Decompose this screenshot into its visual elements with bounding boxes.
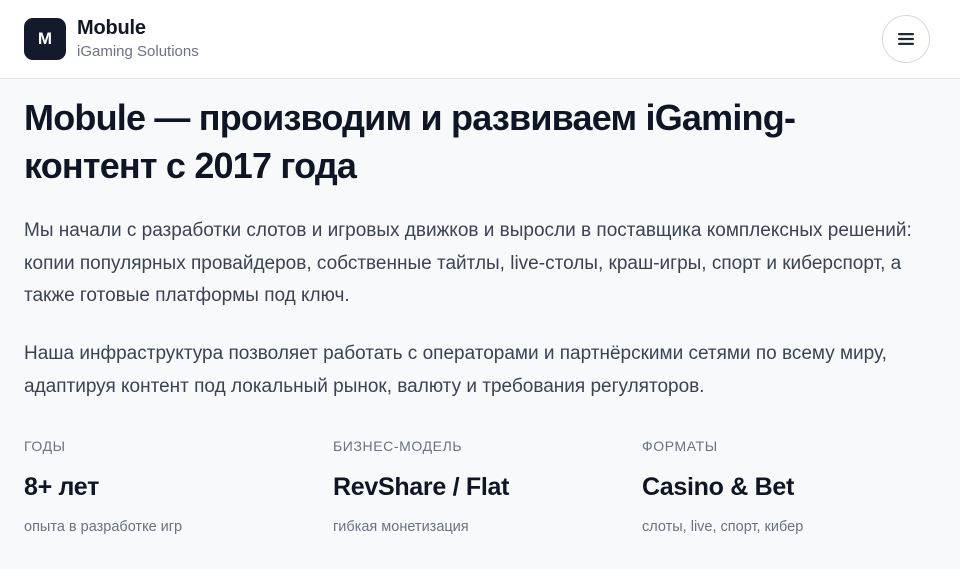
intro-paragraph: Мы начали с разработки слотов и игровых … — [24, 220, 912, 306]
stat-label: Годы — [24, 438, 66, 454]
stat-formats: Форматы Casino & Bet слоты, live, спорт,… — [642, 436, 942, 536]
stat-value: Casino & Bet — [642, 473, 794, 501]
logo-letter: M — [37, 29, 53, 48]
page-title: Mobule — производим и развиваем iGaming-… — [24, 97, 796, 186]
stat-years: Годы 8+ лет опыта в разработке игр — [24, 436, 324, 536]
stat-value: 8+ лет — [24, 473, 100, 501]
stat-label: Бизнес-модель — [333, 438, 463, 454]
stat-business-model: Бизнес-модель RevShare / Flat гибкая мон… — [333, 436, 633, 536]
hamburger-menu-icon — [898, 33, 914, 45]
stat-note: гибкая монетизация — [333, 519, 469, 535]
stat-value: RevShare / Flat — [333, 473, 510, 501]
stat-label: Форматы — [642, 438, 718, 454]
menu-button[interactable] — [882, 15, 930, 63]
brand-subtitle: iGaming Solutions — [77, 43, 199, 60]
stat-note: слоты, live, спорт, кибер — [642, 519, 804, 535]
site-header: M Mobule iGaming Solutions — [0, 0, 960, 79]
infrastructure-paragraph: Наша инфраструктура позволяет работать с… — [24, 343, 887, 397]
logo[interactable]: M — [24, 18, 66, 60]
stat-note: опыта в разработке игр — [24, 519, 183, 535]
brand-name[interactable]: Mobule — [77, 17, 146, 40]
